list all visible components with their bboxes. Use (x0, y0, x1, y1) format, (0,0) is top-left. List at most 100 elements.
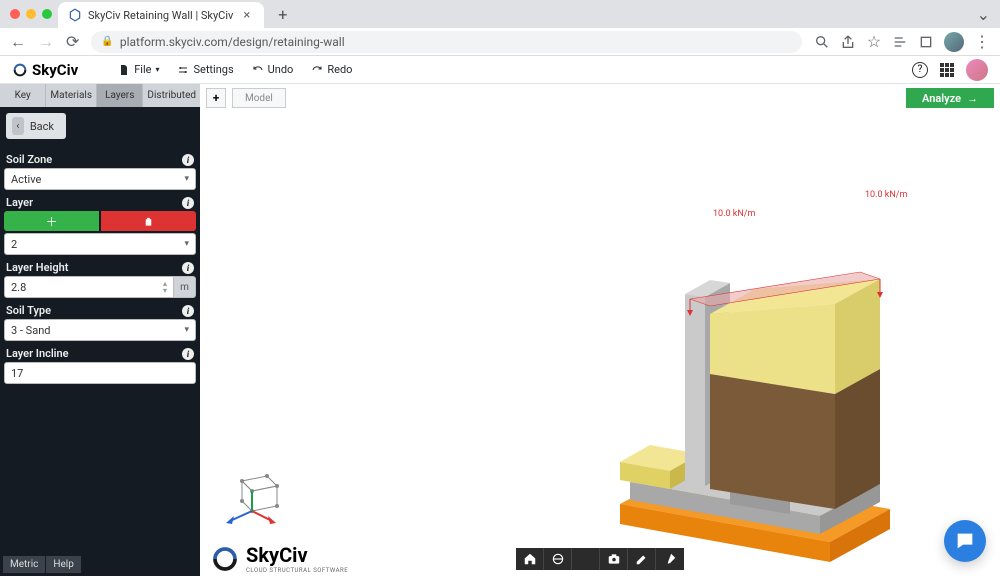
maximize-window-icon[interactable] (42, 9, 52, 19)
back-button[interactable]: ‹ Back (6, 113, 66, 139)
chevron-down-icon: ▾ (184, 174, 189, 184)
metric-button[interactable]: Metric (3, 556, 45, 573)
undo-icon (252, 64, 264, 76)
home-view-button[interactable] (516, 548, 544, 570)
layer-select[interactable]: 2▾ (4, 233, 196, 255)
layer-incline-input[interactable]: 17 (4, 362, 196, 384)
favicon-icon (68, 8, 82, 22)
file-label: File (134, 63, 151, 76)
tab-layers[interactable]: Layers (97, 84, 143, 107)
breadcrumb[interactable]: Model (232, 88, 286, 108)
chevron-down-icon: ▾ (184, 325, 189, 335)
extensions-icon[interactable] (918, 34, 934, 50)
undo-label: Undo (268, 63, 294, 76)
load-label-left: 10.0 kN/m (713, 209, 755, 219)
skyciv-logo[interactable]: SkyCiv (12, 61, 78, 79)
user-avatar-icon[interactable] (966, 59, 988, 81)
sidebar: Key Materials Layers Distributed ‹ Back … (0, 84, 200, 576)
view-toolbar (516, 548, 684, 570)
back-caret-icon: ‹ (12, 117, 24, 135)
info-icon[interactable]: i (182, 154, 194, 166)
search-icon[interactable] (814, 34, 830, 50)
share-icon[interactable] (840, 34, 856, 50)
analyze-label: Analyze (922, 92, 961, 105)
load-label-right: 10.0 kN/m (865, 190, 907, 200)
add-breadcrumb-button[interactable]: + (206, 88, 226, 108)
layer-height-label: Layer Height (6, 261, 68, 274)
layer-height-value: 2.8 (11, 281, 26, 294)
stepper-icon[interactable]: ▴▾ (163, 280, 167, 294)
layer-label: Layer (6, 196, 33, 209)
info-icon[interactable]: i (182, 348, 194, 360)
delete-layer-button[interactable] (101, 211, 196, 231)
logo-icon (12, 62, 28, 78)
retaining-wall-model (580, 254, 930, 574)
logo-text: SkyCiv (32, 61, 78, 79)
soil-type-select[interactable]: 3 - Sand ▾ (4, 319, 196, 341)
edit-button[interactable] (628, 548, 656, 570)
brand-tagline: CLOUD STRUCTURAL SOFTWARE (246, 567, 348, 574)
chat-support-button[interactable] (944, 520, 986, 562)
minimize-window-icon[interactable] (26, 9, 36, 19)
settings-label: Settings (193, 63, 233, 76)
orbit-view-button[interactable] (544, 548, 572, 570)
help-button[interactable]: Help (46, 556, 80, 573)
browser-tab[interactable]: SkyCiv Retaining Wall | SkyCiv × (58, 2, 264, 28)
kebab-menu-icon[interactable]: ⋮ (974, 34, 990, 50)
window-controls[interactable] (10, 9, 52, 19)
url-text: platform.skyciv.com/design/retaining-wal… (120, 35, 345, 49)
tab-title: SkyCiv Retaining Wall | SkyCiv (88, 9, 233, 22)
new-tab-button[interactable]: + (270, 5, 295, 24)
redo-icon (311, 64, 323, 76)
add-layer-button[interactable]: ＋ (4, 211, 99, 231)
soil-type-label: Soil Type (6, 304, 51, 317)
info-icon[interactable]: i (182, 305, 194, 317)
chat-icon (954, 530, 976, 552)
soil-zone-select[interactable]: Active ▾ (4, 168, 196, 190)
forward-icon: → (38, 32, 54, 52)
info-icon[interactable]: i (182, 197, 194, 209)
lock-icon: 🔒 (101, 36, 113, 47)
settings-icon (177, 64, 189, 76)
layer-height-input[interactable]: 2.8 ▴▾ (4, 276, 174, 298)
tab-distributed[interactable]: Distributed (143, 84, 200, 107)
file-icon (118, 64, 130, 76)
apps-grid-icon[interactable] (940, 63, 954, 77)
download-button[interactable] (572, 548, 600, 570)
skyciv-brand-footer: SkyCiv CLOUD STRUCTURAL SOFTWARE (210, 543, 348, 574)
close-window-icon[interactable] (10, 9, 20, 19)
tabs-overflow-icon[interactable]: ⌄ (977, 5, 990, 24)
chevron-down-icon: ▾ (184, 239, 189, 249)
address-bar[interactable]: 🔒 platform.skyciv.com/design/retaining-w… (91, 31, 802, 53)
axis-gizmo[interactable] (222, 466, 292, 526)
profile-avatar-icon[interactable] (944, 32, 964, 52)
undo-button[interactable]: Undo (252, 63, 294, 76)
reading-list-icon[interactable] (892, 34, 908, 50)
logo-icon (210, 544, 240, 574)
help-icon[interactable]: ? (912, 62, 928, 78)
model-canvas[interactable]: + Model Analyze 10.0 kN/m 10.0 kN/m (200, 84, 1000, 576)
reload-icon[interactable]: ⟳ (66, 32, 79, 52)
layer-value: 2 (11, 238, 17, 251)
soil-type-value: 3 - Sand (11, 324, 50, 337)
brush-button[interactable] (656, 548, 684, 570)
bookmark-icon[interactable]: ☆ (866, 34, 882, 50)
soil-zone-value: Active (11, 173, 41, 186)
tab-materials[interactable]: Materials (46, 84, 97, 107)
layer-incline-value: 17 (11, 367, 23, 380)
redo-label: Redo (327, 63, 352, 76)
chevron-down-icon: ▾ (155, 65, 159, 74)
redo-button[interactable]: Redo (311, 63, 352, 76)
analyze-button[interactable]: Analyze (906, 88, 994, 108)
back-label: Back (30, 120, 54, 133)
soil-zone-label: Soil Zone (6, 153, 52, 166)
back-icon[interactable]: ← (10, 32, 26, 52)
tab-key[interactable]: Key (0, 84, 46, 107)
settings-menu[interactable]: Settings (177, 63, 233, 76)
screenshot-button[interactable] (600, 548, 628, 570)
info-icon[interactable]: i (182, 262, 194, 274)
layer-height-unit: m (174, 276, 196, 298)
tab-close-icon[interactable]: × (239, 8, 254, 23)
layer-incline-label: Layer Incline (6, 347, 69, 360)
file-menu[interactable]: File ▾ (118, 63, 159, 76)
